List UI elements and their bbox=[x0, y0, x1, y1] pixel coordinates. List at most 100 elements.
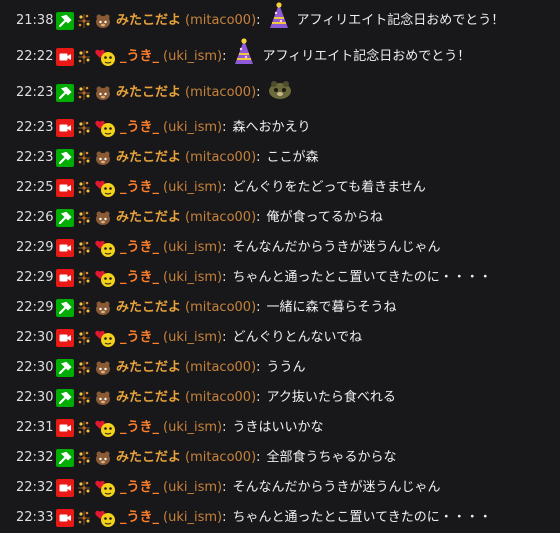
colon-separator: : bbox=[256, 360, 261, 375]
sparkle-badge-icon[interactable] bbox=[76, 239, 92, 257]
sparkle-badge-icon[interactable] bbox=[76, 479, 92, 497]
login-name[interactable]: (mitaco00) bbox=[185, 386, 256, 410]
login-name[interactable]: (uki_ism) bbox=[163, 266, 222, 290]
brown-creature-badge-icon[interactable] bbox=[94, 359, 112, 377]
broadcaster-badge-icon[interactable] bbox=[56, 48, 74, 66]
colon-separator: : bbox=[222, 510, 227, 525]
sparkle-badge-icon[interactable] bbox=[76, 269, 92, 287]
broadcaster-badge-icon[interactable] bbox=[56, 239, 74, 257]
brown-creature-badge-icon[interactable] bbox=[94, 449, 112, 467]
brown-creature-badge-icon[interactable] bbox=[94, 389, 112, 407]
sparkle-badge-icon[interactable] bbox=[76, 329, 92, 347]
login-name[interactable]: (mitaco00) bbox=[185, 446, 256, 470]
badge-group bbox=[56, 179, 116, 197]
sparkle-badge-icon[interactable] bbox=[76, 419, 92, 437]
tanuki-emote-icon[interactable] bbox=[267, 78, 293, 109]
username[interactable]: _うき_ bbox=[120, 416, 159, 440]
brown-creature-badge-icon[interactable] bbox=[94, 299, 112, 317]
username[interactable]: _うき_ bbox=[120, 326, 159, 350]
brown-creature-badge-icon[interactable] bbox=[94, 84, 112, 102]
sparkle-badge-icon[interactable] bbox=[76, 149, 92, 167]
moderator-badge-icon[interactable] bbox=[56, 359, 74, 377]
timestamp: 22:29 bbox=[16, 270, 54, 285]
sparkle-badge-icon[interactable] bbox=[76, 119, 92, 137]
heart-chick-badge-icon[interactable] bbox=[94, 329, 116, 347]
broadcaster-badge-icon[interactable] bbox=[56, 479, 74, 497]
login-name[interactable]: (mitaco00) bbox=[185, 206, 256, 230]
heart-chick-badge-icon[interactable] bbox=[94, 509, 116, 527]
username[interactable]: みたこだよ bbox=[116, 386, 181, 410]
party-hat-emote-icon[interactable] bbox=[267, 1, 291, 41]
username[interactable]: みたこだよ bbox=[116, 206, 181, 230]
username[interactable]: みたこだよ bbox=[116, 356, 181, 380]
login-name[interactable]: (mitaco00) bbox=[185, 81, 256, 105]
username[interactable]: _うき_ bbox=[120, 116, 159, 140]
broadcaster-badge-icon[interactable] bbox=[56, 179, 74, 197]
login-name[interactable]: (uki_ism) bbox=[163, 116, 222, 140]
username[interactable]: _うき_ bbox=[120, 236, 159, 260]
username[interactable]: _うき_ bbox=[120, 266, 159, 290]
login-name[interactable]: (mitaco00) bbox=[185, 356, 256, 380]
brown-creature-badge-icon[interactable] bbox=[94, 12, 112, 30]
message-text: そんなんだからうきが迷うんじゃん bbox=[232, 240, 441, 255]
timestamp: 22:32 bbox=[16, 450, 54, 465]
login-name[interactable]: (uki_ism) bbox=[163, 176, 222, 200]
sparkle-badge-icon[interactable] bbox=[76, 12, 92, 30]
moderator-badge-icon[interactable] bbox=[56, 389, 74, 407]
moderator-badge-icon[interactable] bbox=[56, 209, 74, 227]
brown-creature-badge-icon[interactable] bbox=[94, 209, 112, 227]
heart-chick-badge-icon[interactable] bbox=[94, 239, 116, 257]
username[interactable]: みたこだよ bbox=[116, 81, 181, 105]
chat-message-row: 22:25 _うき_ (uki_ism): どんぐりをたどっても着きません bbox=[16, 176, 552, 200]
login-name[interactable]: (uki_ism) bbox=[163, 506, 222, 530]
broadcaster-badge-icon[interactable] bbox=[56, 419, 74, 437]
username[interactable]: _うき_ bbox=[120, 45, 159, 69]
moderator-badge-icon[interactable] bbox=[56, 149, 74, 167]
username[interactable]: _うき_ bbox=[120, 476, 159, 500]
heart-chick-badge-icon[interactable] bbox=[94, 179, 116, 197]
moderator-badge-icon[interactable] bbox=[56, 299, 74, 317]
moderator-badge-icon[interactable] bbox=[56, 12, 74, 30]
login-name[interactable]: (uki_ism) bbox=[163, 326, 222, 350]
username[interactable]: _うき_ bbox=[120, 176, 159, 200]
moderator-badge-icon[interactable] bbox=[56, 449, 74, 467]
username[interactable]: みたこだよ bbox=[116, 296, 181, 320]
sparkle-badge-icon[interactable] bbox=[76, 509, 92, 527]
colon-separator: : bbox=[256, 300, 261, 315]
login-name[interactable]: (mitaco00) bbox=[185, 9, 256, 33]
sparkle-badge-icon[interactable] bbox=[76, 299, 92, 317]
sparkle-badge-icon[interactable] bbox=[76, 48, 92, 66]
moderator-badge-icon[interactable] bbox=[56, 84, 74, 102]
sparkle-badge-icon[interactable] bbox=[76, 179, 92, 197]
broadcaster-badge-icon[interactable] bbox=[56, 119, 74, 137]
sparkle-badge-icon[interactable] bbox=[76, 84, 92, 102]
message-text: 全部食うちゃるからな bbox=[266, 450, 397, 465]
sparkle-badge-icon[interactable] bbox=[76, 209, 92, 227]
heart-chick-badge-icon[interactable] bbox=[94, 48, 116, 66]
party-hat-emote-icon[interactable] bbox=[232, 37, 256, 77]
brown-creature-badge-icon[interactable] bbox=[94, 149, 112, 167]
login-name[interactable]: (mitaco00) bbox=[185, 146, 256, 170]
heart-chick-badge-icon[interactable] bbox=[94, 119, 116, 137]
timestamp: 22:33 bbox=[16, 510, 54, 525]
username[interactable]: みたこだよ bbox=[116, 446, 181, 470]
heart-chick-badge-icon[interactable] bbox=[94, 269, 116, 287]
sparkle-badge-icon[interactable] bbox=[76, 449, 92, 467]
broadcaster-badge-icon[interactable] bbox=[56, 509, 74, 527]
login-name[interactable]: (uki_ism) bbox=[163, 476, 222, 500]
broadcaster-badge-icon[interactable] bbox=[56, 269, 74, 287]
login-name[interactable]: (uki_ism) bbox=[163, 416, 222, 440]
username[interactable]: みたこだよ bbox=[116, 9, 181, 33]
sparkle-badge-icon[interactable] bbox=[76, 389, 92, 407]
login-name[interactable]: (mitaco00) bbox=[185, 296, 256, 320]
sparkle-badge-icon[interactable] bbox=[76, 359, 92, 377]
chat-message-row: 22:26 みたこだよ (mitaco00): 俺が食ってるからね bbox=[16, 206, 552, 230]
username[interactable]: _うき_ bbox=[120, 506, 159, 530]
timestamp: 22:22 bbox=[16, 49, 54, 64]
broadcaster-badge-icon[interactable] bbox=[56, 329, 74, 347]
login-name[interactable]: (uki_ism) bbox=[163, 236, 222, 260]
heart-chick-badge-icon[interactable] bbox=[94, 419, 116, 437]
heart-chick-badge-icon[interactable] bbox=[94, 479, 116, 497]
username[interactable]: みたこだよ bbox=[116, 146, 181, 170]
login-name[interactable]: (uki_ism) bbox=[163, 45, 222, 69]
